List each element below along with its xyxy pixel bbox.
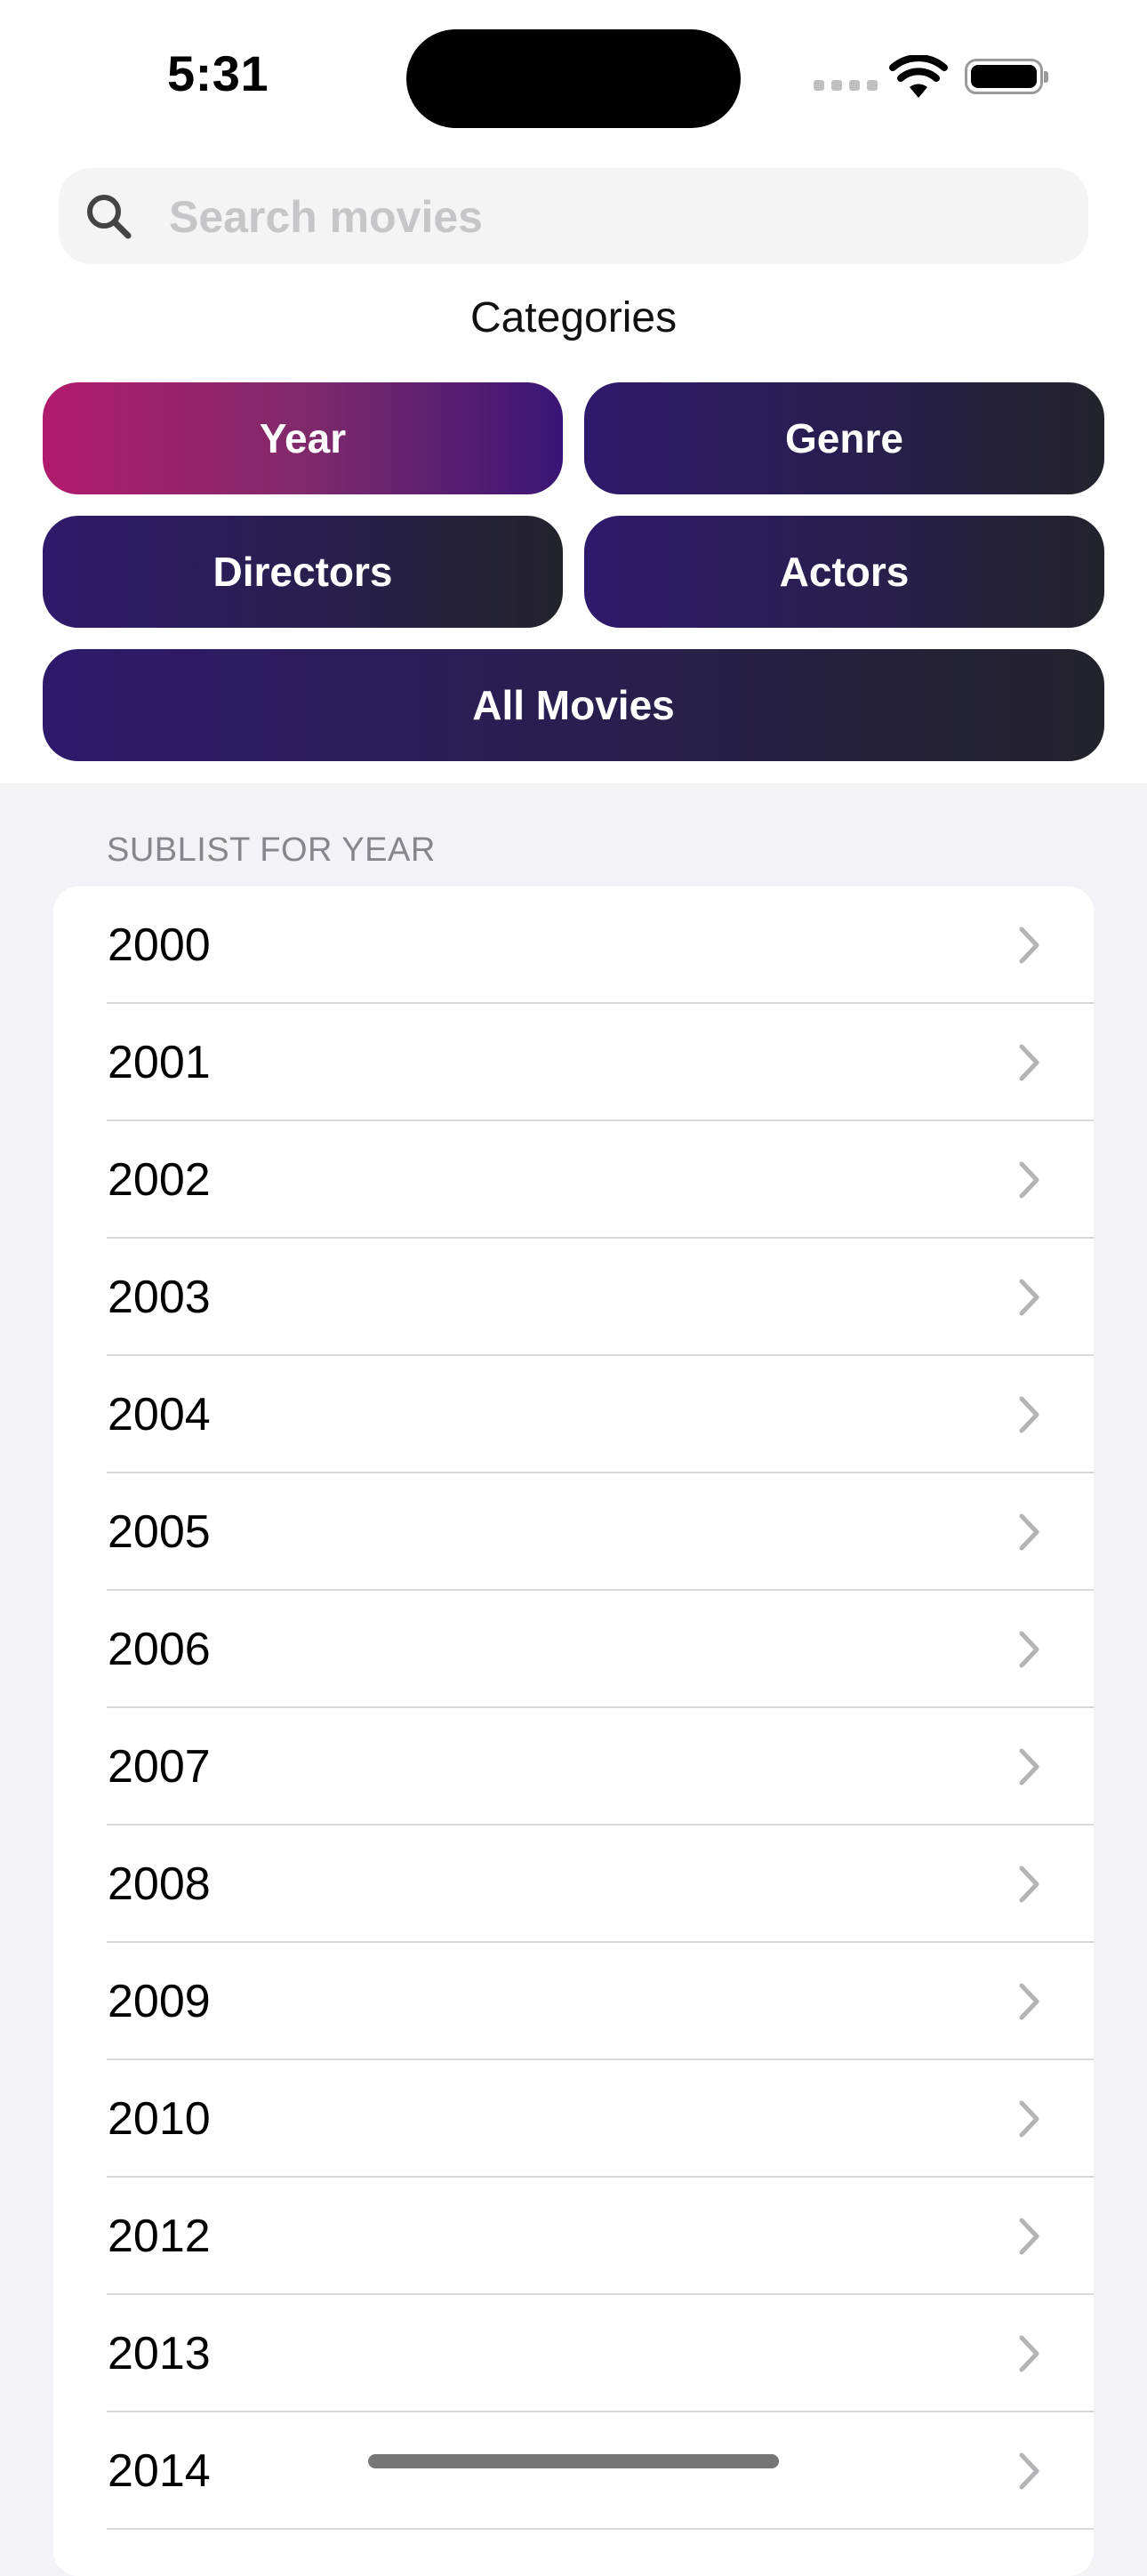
list-item-label: 2010	[108, 2093, 211, 2145]
list-item[interactable]: 2005	[53, 1473, 1094, 1591]
chevron-right-icon	[1019, 1396, 1039, 1433]
chevron-right-icon	[1019, 1983, 1039, 2020]
list-item-label: 2000	[108, 919, 211, 971]
category-actors-button[interactable]: Actors	[584, 516, 1104, 628]
list-item-label: 2006	[108, 1624, 211, 1675]
year-list: 2000 2001 2002 2003 2004 2005 2006 2007 2008 2009…	[53, 887, 1094, 2576]
chevron-right-icon	[1019, 2335, 1039, 2372]
chevron-right-icon	[1019, 2218, 1039, 2255]
list-item[interactable]: 2004	[53, 1356, 1094, 1473]
home-indicator[interactable]	[368, 2454, 779, 2468]
sublist-header: SUBLIST FOR YEAR	[107, 831, 436, 869]
list-item[interactable]: 2006	[53, 1591, 1094, 1708]
chevron-right-icon	[1019, 2100, 1039, 2138]
list-item-label: 2001	[108, 1037, 211, 1088]
list-item-label: 2013	[108, 2328, 211, 2379]
chevron-right-icon	[1019, 1279, 1039, 1316]
list-item[interactable]: 2007	[53, 1708, 1094, 1826]
categories-title: Categories	[469, 294, 678, 341]
chevron-right-icon	[1019, 1513, 1039, 1551]
list-item-label: 2004	[108, 1389, 211, 1440]
cellular-signal-icon	[814, 80, 878, 91]
list-item[interactable]: 2008	[53, 1826, 1094, 1943]
list-item-label: 2008	[108, 1858, 211, 1910]
list-item-label: 2014	[108, 2445, 211, 2497]
status-time: 5:31	[167, 45, 269, 101]
battery-icon	[965, 59, 1048, 94]
list-item[interactable]: 2001	[53, 1004, 1094, 1121]
category-all-movies-button[interactable]: All Movies	[43, 649, 1104, 761]
list-item[interactable]: 2012	[53, 2178, 1094, 2295]
list-item-label: 2003	[108, 1272, 211, 1323]
list-item[interactable]: 2000	[53, 887, 1094, 1004]
list-item[interactable]: 2014	[53, 2412, 1094, 2530]
wifi-icon	[889, 55, 948, 98]
chevron-right-icon	[1019, 1044, 1039, 1081]
list-item[interactable]: 2009	[53, 1943, 1094, 2060]
dynamic-island	[406, 29, 741, 128]
list-item-label: 2002	[108, 1154, 211, 1206]
chevron-right-icon	[1019, 1631, 1039, 1668]
chevron-right-icon	[1019, 1161, 1039, 1199]
list-item[interactable]: 2002	[53, 1121, 1094, 1239]
category-directors-button[interactable]: Directors	[43, 516, 563, 628]
list-item-label: 2007	[108, 1741, 211, 1793]
search-icon	[87, 195, 132, 239]
category-genre-button[interactable]: Genre	[584, 382, 1104, 494]
category-year-button[interactable]: Year	[43, 382, 563, 494]
search-bar[interactable]	[59, 168, 1088, 266]
list-item[interactable]: 2013	[53, 2295, 1094, 2412]
search-input[interactable]	[167, 168, 1069, 266]
list-item-label: 2012	[108, 2211, 211, 2262]
chevron-right-icon	[1019, 1748, 1039, 1786]
chevron-right-icon	[1019, 1866, 1039, 1903]
chevron-right-icon	[1019, 927, 1039, 964]
list-item-label: 2009	[108, 1976, 211, 2027]
list-item[interactable]: 2003	[53, 1239, 1094, 1356]
list-item-label: 2005	[108, 1506, 211, 1558]
list-item[interactable]: 2010	[53, 2060, 1094, 2178]
chevron-right-icon	[1019, 2452, 1039, 2490]
